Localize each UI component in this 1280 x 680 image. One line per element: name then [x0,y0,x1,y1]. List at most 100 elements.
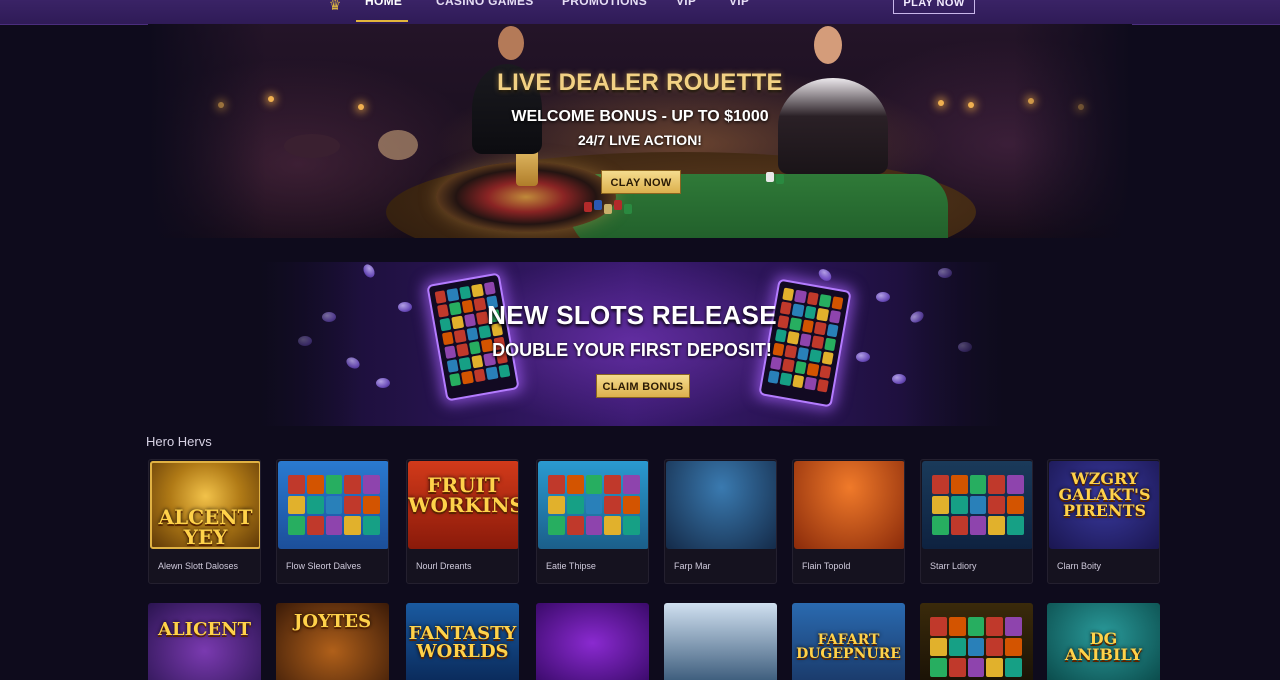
game-card[interactable]: FAFART DUGEPNURE [792,603,905,680]
nav-home[interactable]: HOME [365,0,402,16]
reel-symbol [1005,617,1022,636]
game-thumbnail[interactable]: FRUIT WORKINS [408,461,518,549]
slot-reels [288,475,380,535]
reel-symbol [363,475,380,494]
reel-symbol [344,516,362,535]
game-thumbnail[interactable]: JOYTES [276,603,389,680]
reel-symbol [930,637,947,657]
reel-symbol [950,516,968,535]
game-card-title: Alewn Slott Daloses [158,561,239,571]
game-card[interactable]: ALCENT YEY Alewn Slott Daloses [148,459,261,584]
game-thumbnail[interactable] [538,461,648,549]
reel-symbol [1005,658,1022,677]
play-now-button[interactable]: PLAY NOW [893,0,975,14]
game-card-title: Nourl Dreants [416,561,472,571]
game-thumbnail[interactable] [664,603,777,680]
game-card[interactable]: WZGRY GALAKT'S PIRENTS Clarn Boity [1047,459,1160,584]
game-card[interactable]: Eatie Thipse [536,459,649,584]
slot-reels [930,617,1022,677]
reel-symbol [325,475,343,494]
reel-symbol [585,475,603,494]
reel-symbol [623,516,640,535]
game-art-title: FANTASTY WORLDS [408,623,517,662]
reel-symbol [969,495,987,515]
reel-symbol [932,475,949,494]
nav-active-indicator [356,20,408,22]
game-art-title: DG ANIBILY [1064,629,1143,664]
game-thumbnail[interactable] [536,603,649,680]
game-card[interactable] [536,603,649,680]
reel-symbol [986,617,1004,636]
reel-symbol [585,516,603,535]
reel-symbol [548,475,565,494]
game-card[interactable]: JOYTES [276,603,389,680]
game-thumbnail[interactable]: WZGRY GALAKT'S PIRENTS [1049,461,1159,549]
game-card-title: Clarn Boity [1057,561,1102,571]
nav-casino-games[interactable]: CASINO GAMES [436,0,534,16]
reel-symbol [950,495,968,515]
hero-new-slots-banner[interactable]: NEW SLOTS RELEASE DOUBLE YOUR FIRST DEPO… [258,262,1006,426]
reel-symbol [288,475,305,494]
game-card[interactable] [664,603,777,680]
game-card[interactable]: Starr Ldiory [920,459,1033,584]
game-thumbnail[interactable] [794,461,904,549]
reel-symbol [604,516,622,535]
game-card[interactable] [920,603,1033,680]
game-card-title: Farp Mar [674,561,711,571]
reel-symbol [930,617,947,636]
reel-symbol [932,495,949,515]
game-thumbnail[interactable]: FANTASTY WORLDS [406,603,519,680]
reel-symbol [548,495,565,515]
hero-live-dealer-banner[interactable]: LIVE DEALER ROUETTE WELCOME BONUS - UP T… [148,24,1132,238]
game-thumbnail[interactable] [922,461,1032,549]
game-thumbnail[interactable] [666,461,776,549]
reel-symbol [988,495,1006,515]
reel-symbol [344,475,362,494]
reel-symbol [325,495,343,515]
game-card-title: Flow Sleort Dalves [286,561,362,571]
hero-live-cta-button[interactable]: CLAY NOW [601,170,681,194]
game-thumbnail[interactable]: DG ANIBILY [1047,603,1160,680]
game-art-title: JOYTES [293,611,372,632]
game-art-title: ALICENT [158,619,251,640]
game-card-title: Eatie Thipse [546,561,596,571]
game-card[interactable]: Flain Topold [792,459,905,584]
reel-symbol [566,475,584,494]
game-art-title: ALCENT YEY [158,505,253,549]
game-thumbnail[interactable]: ALCENT YEY [150,461,260,549]
hero-live-title-text: LIVE DEALER ROUETTE [497,69,783,96]
logo-icon[interactable]: ♛ [326,0,344,14]
game-card[interactable]: Farp Mar [664,459,777,584]
reel-symbol [932,516,949,535]
hero-live-tagline: 24/7 LIVE ACTION! [578,132,702,148]
reel-symbol [930,658,947,677]
hero-slots-title: NEW SLOTS RELEASE [487,300,777,330]
reel-symbol [363,495,380,515]
reel-symbol [566,516,584,535]
game-thumbnail[interactable]: ALICENT [148,603,261,680]
reel-symbol [288,495,305,515]
nav-promotions[interactable]: PROMOTIONS [562,0,647,16]
hero-slots-cta-button[interactable]: CLAIM BONUS [596,374,690,398]
game-thumbnail[interactable]: FAFART DUGEPNURE [792,603,905,680]
reel-symbol [585,495,603,515]
game-card[interactable]: FRUIT WORKINS Nourl Dreants [406,459,519,584]
nav-vip[interactable]: VIP [676,0,696,16]
reel-symbol [948,617,966,636]
game-thumbnail[interactable] [278,461,388,549]
game-card[interactable]: FANTASTY WORLDS [406,603,519,680]
game-thumbnail[interactable] [920,603,1033,680]
top-nav: ♛ HOME CASINO GAMES PROMOTIONS VIP VIP P… [0,0,1280,24]
reel-symbol [988,475,1006,494]
reel-symbol [325,516,343,535]
reel-symbol [986,637,1004,657]
reel-symbol [623,475,640,494]
nav-vip-2[interactable]: VIP [729,0,749,16]
reel-symbol [623,495,640,515]
game-card[interactable]: DG ANIBILY [1047,603,1160,680]
reel-symbol [967,617,985,636]
game-card[interactable]: ALICENT [148,603,261,680]
reel-symbol [363,516,380,535]
hero-live-title: LIVE DEALER ROUETTE [148,69,1132,97]
game-card[interactable]: Flow Sleort Dalves [276,459,389,584]
